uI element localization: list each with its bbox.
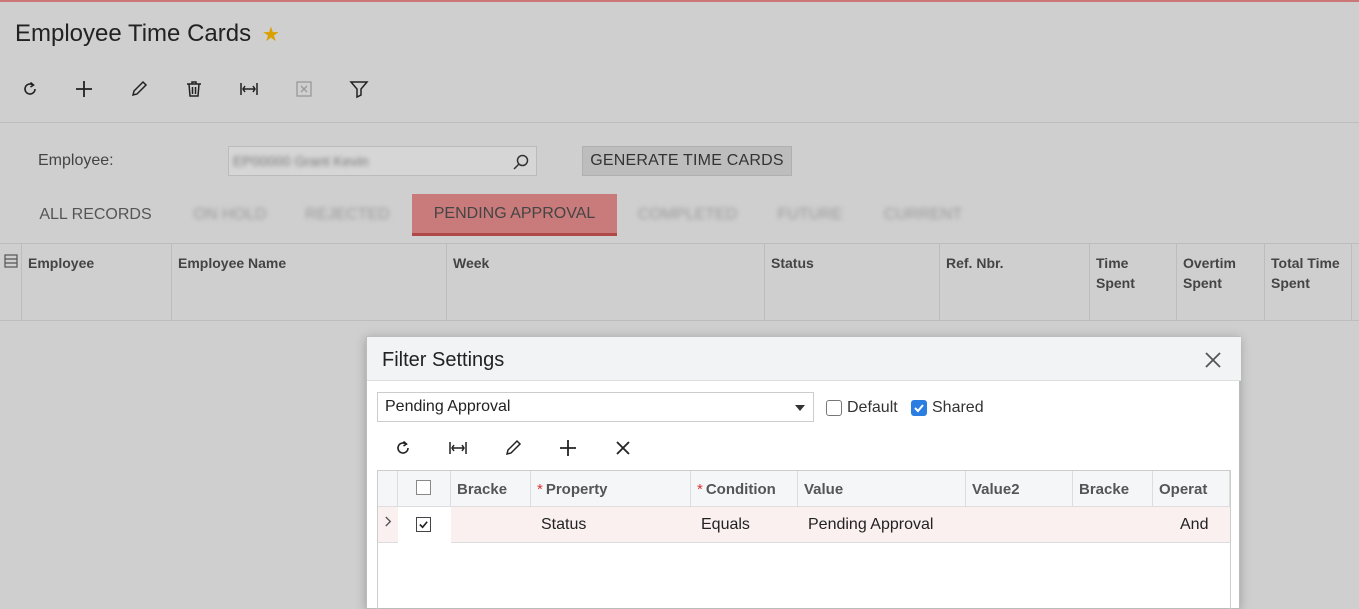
default-label: Default (847, 399, 898, 416)
column-week[interactable]: Week (447, 244, 765, 321)
default-checkbox[interactable] (826, 400, 842, 416)
edit-icon[interactable] (498, 434, 528, 462)
close-icon[interactable] (1203, 350, 1223, 370)
filter-settings-dialog: Filter Settings Pending Approval Default… (366, 336, 1241, 609)
row-property[interactable]: Status (535, 507, 691, 543)
select-all-checkbox[interactable] (416, 480, 431, 495)
column-operator[interactable]: Operat (1153, 471, 1230, 507)
column-condition[interactable]: * Condition (691, 471, 798, 507)
add-icon[interactable] (553, 434, 583, 462)
tab-all-records[interactable]: ALL RECORDS (18, 194, 173, 236)
column-ref-nbr[interactable]: Ref. Nbr. (940, 244, 1090, 321)
refresh-icon[interactable] (15, 74, 45, 104)
filter-icon[interactable] (344, 74, 374, 104)
column-open-bracket[interactable]: Bracke (451, 471, 531, 507)
employee-value: EP00000 Grant Kevin (233, 153, 369, 169)
add-icon[interactable] (69, 74, 99, 104)
tab-current[interactable]: CURRENT (868, 194, 978, 236)
column-time-spent[interactable]: Time Spent (1090, 244, 1177, 321)
tab-rejected[interactable]: REJECTED (290, 194, 405, 236)
delete-row-icon[interactable] (608, 434, 638, 462)
tab-pending-approval[interactable]: PENDING APPROVAL (412, 194, 617, 236)
column-close-bracket[interactable]: Bracke (1073, 471, 1153, 507)
star-icon[interactable]: ★ (262, 22, 280, 47)
search-icon[interactable] (512, 153, 530, 171)
required-marker: * (697, 481, 703, 498)
table-row[interactable]: Status Equals Pending Approval And (378, 507, 1230, 543)
row-indicator-header (378, 471, 398, 507)
column-value[interactable]: Value (798, 471, 966, 507)
row-condition[interactable]: Equals (695, 507, 798, 543)
default-checkbox-wrap[interactable]: Default (826, 399, 898, 417)
edit-icon[interactable] (124, 74, 154, 104)
shared-checkbox[interactable] (911, 400, 927, 416)
chevron-right-icon[interactable] (380, 507, 398, 543)
refresh-icon[interactable] (388, 434, 418, 462)
fit-to-screen-icon[interactable] (443, 434, 473, 462)
filter-grid-header: Bracke * Property * Condition Value Value2… (378, 471, 1230, 507)
row-value2[interactable] (970, 507, 1073, 543)
column-overtime-spent[interactable]: Overtim Spent (1177, 244, 1265, 321)
shared-label: Shared (932, 399, 984, 416)
column-employee-name[interactable]: Employee Name (172, 244, 447, 321)
employee-label: Employee: (38, 152, 114, 169)
row-active-checkbox[interactable] (416, 517, 431, 532)
generate-time-cards-button[interactable]: GENERATE TIME CARDS (582, 146, 792, 176)
top-accent-line (0, 0, 1359, 2)
select-all-checkbox-cell[interactable] (398, 471, 451, 507)
page-title: Employee Time Cards (15, 20, 252, 47)
delete-icon[interactable] (179, 74, 209, 104)
employee-selector[interactable]: EP00000 Grant Kevin (228, 146, 537, 176)
fit-to-screen-icon[interactable] (234, 74, 264, 104)
column-value2[interactable]: Value2 (966, 471, 1073, 507)
column-config-icon[interactable] (0, 244, 22, 321)
row-operator[interactable]: And (1174, 507, 1230, 543)
tab-on-hold[interactable]: ON HOLD (175, 194, 285, 236)
filter-select-value: Pending Approval (385, 398, 511, 415)
filter-select[interactable]: Pending Approval (377, 392, 814, 422)
column-total-time-spent[interactable]: Total Time Spent (1265, 244, 1352, 321)
export-excel-icon (289, 74, 319, 104)
row-value[interactable]: Pending Approval (802, 507, 966, 543)
column-status[interactable]: Status (765, 244, 940, 321)
dialog-title: Filter Settings (382, 349, 505, 371)
required-marker: * (537, 481, 543, 498)
row-active-checkbox-cell[interactable] (398, 507, 451, 543)
column-condition-label: Condition (705, 481, 776, 498)
shared-checkbox-wrap[interactable]: Shared (911, 399, 984, 417)
tab-future[interactable]: FUTURE (760, 194, 860, 236)
filter-conditions-grid: Bracke * Property * Condition Value Value2… (377, 470, 1231, 609)
column-property-label: Property (545, 481, 608, 498)
chevron-down-icon (795, 405, 805, 411)
column-employee[interactable]: Employee (22, 244, 172, 321)
column-property[interactable]: * Property (531, 471, 691, 507)
dialog-header: Filter Settings (367, 337, 1241, 381)
tab-completed[interactable]: COMPLETED (625, 194, 750, 236)
